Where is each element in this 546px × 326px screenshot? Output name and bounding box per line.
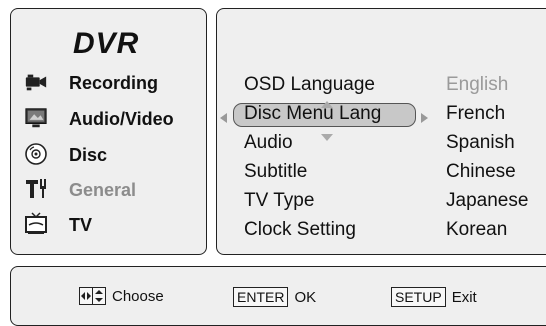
setup-hint: SETUP Exit	[391, 287, 477, 307]
arrow-keys-icon	[79, 287, 106, 305]
setting-row-disc-menu-lang[interactable]: Disc Menu Lang French	[217, 101, 546, 141]
exit-label: Exit	[451, 288, 477, 306]
setting-value: French	[446, 103, 506, 124]
enter-key: ENTER	[233, 287, 289, 307]
settings-panel: OSD Language English Disc Menu Lang Fren…	[216, 8, 546, 255]
setting-row-clock-setting[interactable]: Clock Setting Korean	[217, 217, 546, 245]
setting-label: OSD Language	[244, 74, 375, 95]
sidebar-item-tv[interactable]: TV	[11, 208, 206, 242]
ok-label: OK	[294, 288, 317, 306]
setting-value: Chinese	[446, 161, 516, 182]
camera-icon	[24, 70, 48, 94]
setting-label: Clock Setting	[244, 219, 356, 240]
setting-row-audio[interactable]: Audio Spanish	[217, 130, 546, 158]
setting-value: Spanish	[446, 132, 515, 153]
choose-label: Choose	[112, 287, 164, 305]
sidebar-item-label: Audio/Video	[69, 108, 174, 129]
setting-value: Japanese	[446, 190, 529, 211]
enter-hint: ENTER OK	[233, 287, 316, 307]
sidebar-item-label: TV	[69, 214, 93, 235]
right-arrow-icon[interactable]	[421, 110, 428, 128]
setup-key: SETUP	[391, 287, 446, 307]
setting-row-subtitle[interactable]: Subtitle Chinese	[217, 159, 546, 187]
setting-label: Subtitle	[244, 161, 308, 182]
sidebar-item-recording[interactable]: Recording	[11, 66, 206, 100]
app-title: DVR	[73, 27, 140, 60]
setting-value: English	[446, 74, 509, 95]
sidebar-item-disc[interactable]: Disc	[11, 138, 206, 172]
up-arrow-icon[interactable]	[321, 95, 333, 113]
monitor-icon	[24, 106, 48, 130]
sidebar-item-label: Disc	[69, 144, 108, 165]
setting-label: Audio	[244, 132, 293, 153]
left-right-arrow-icon	[80, 288, 92, 304]
footer-hints: Choose ENTER OK SETUP Exit	[10, 266, 546, 326]
setting-label: TV Type	[244, 190, 315, 211]
choose-hint: Choose	[79, 287, 164, 305]
sidebar-item-label: Recording	[69, 72, 159, 93]
sidebar-panel: DVR Recording Audio/Video Disc General T…	[10, 8, 207, 255]
setting-value: Korean	[446, 219, 508, 240]
setting-row-tv-type[interactable]: TV Type Japanese	[217, 188, 546, 216]
setting-label: Disc Menu Lang	[244, 103, 382, 124]
setting-row-osd-language[interactable]: OSD Language English	[217, 72, 546, 100]
sidebar-item-audio-video[interactable]: Audio/Video	[11, 102, 206, 136]
down-arrow-icon[interactable]	[321, 128, 333, 146]
up-down-arrow-icon	[92, 288, 105, 304]
sidebar-item-general[interactable]: General	[11, 173, 206, 207]
tv-icon	[24, 212, 48, 236]
tools-icon	[24, 177, 48, 201]
left-arrow-icon[interactable]	[220, 110, 227, 128]
disc-icon	[24, 142, 48, 166]
sidebar-item-label: General	[69, 179, 137, 200]
